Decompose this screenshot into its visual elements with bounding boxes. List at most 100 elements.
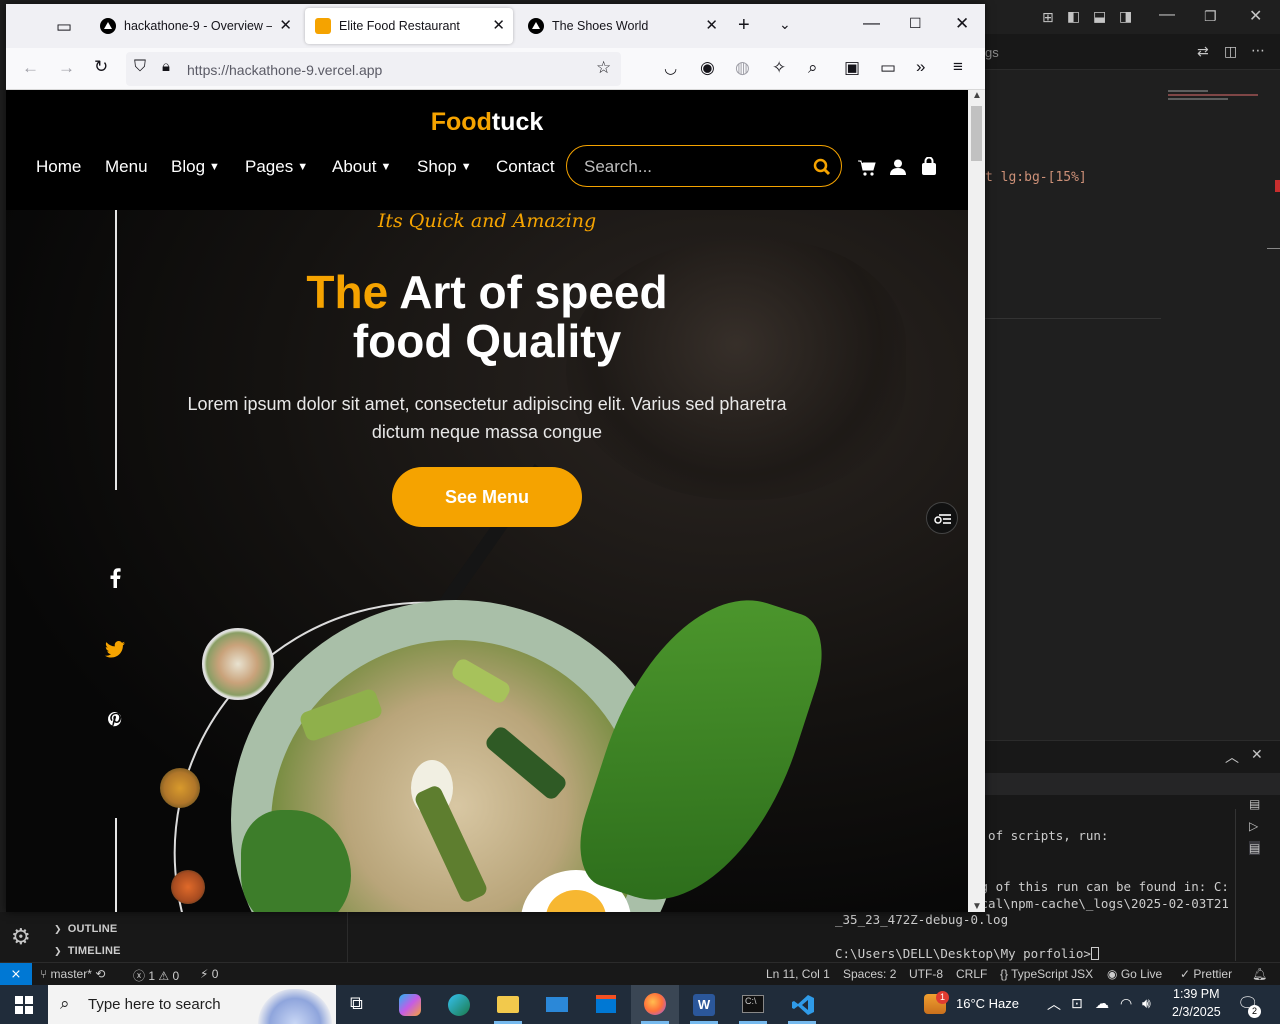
vscode-taskbar-icon[interactable] xyxy=(778,985,826,1024)
editor-tab-label[interactable]: gs xyxy=(985,45,999,60)
task-view-button[interactable]: ⧉ xyxy=(336,985,384,1024)
terminal-list-icon[interactable]: ▤ xyxy=(1249,797,1260,811)
translate-globe-icon[interactable]: ◍ xyxy=(735,58,750,78)
shield-icon[interactable]: ⛉ xyxy=(134,58,146,76)
source-control-compare-icon[interactable]: ⇄ xyxy=(1197,43,1209,60)
search-icon[interactable]: ⌕ xyxy=(808,58,818,78)
settings-gear-icon[interactable]: ⚙ xyxy=(11,924,31,950)
see-menu-button[interactable]: See Menu xyxy=(392,467,582,527)
code-editor[interactable]: t lg:bg-[15%] xyxy=(985,70,1280,740)
firefox-taskbar-icon[interactable] xyxy=(631,985,679,1024)
encoding-status[interactable]: UTF-8 xyxy=(909,967,943,981)
cmd-icon[interactable]: ▤ xyxy=(1249,841,1261,855)
minimap[interactable] xyxy=(1168,90,1268,108)
terminal-prompt[interactable]: C:\Users\DELL\Desktop\My porfolio> xyxy=(835,946,1099,961)
ports-status[interactable]: ⚡ 0 xyxy=(200,967,218,981)
close-tab-icon[interactable]: ✕ xyxy=(492,16,505,34)
clock-date[interactable]: 2/3/2025 xyxy=(1172,1005,1221,1019)
search-icon[interactable] xyxy=(813,158,831,176)
cart-icon[interactable] xyxy=(858,160,876,176)
restore-icon[interactable]: ❐ xyxy=(1204,8,1217,25)
pinterest-icon[interactable] xyxy=(104,710,126,732)
weather-text[interactable]: 16°C Haze xyxy=(956,996,1019,1011)
toggle-secondary-sidebar-icon[interactable]: ◨ xyxy=(1119,8,1132,25)
downloads-folder-icon[interactable]: ▣ xyxy=(844,58,860,78)
cloud-offline-icon[interactable]: ☁ xyxy=(1095,995,1109,1012)
windows-start-icon[interactable] xyxy=(15,996,33,1014)
eol-status[interactable]: CRLF xyxy=(956,967,987,981)
mail-icon[interactable] xyxy=(533,985,581,1024)
nav-shop[interactable]: Shop ▼ xyxy=(417,157,472,177)
hamburger-menu-icon[interactable]: ≡ xyxy=(953,57,963,77)
close-icon[interactable]: ✕ xyxy=(1249,6,1262,26)
split-editor-icon[interactable]: ◫ xyxy=(1224,43,1237,60)
customize-layout-icon[interactable]: ⊞ xyxy=(1042,9,1054,26)
file-explorer-icon[interactable] xyxy=(484,985,532,1024)
taskbar-search-box[interactable]: ⌕ Type here to search xyxy=(48,985,336,1024)
show-hidden-icons-chevron-icon[interactable]: ︿ xyxy=(1047,994,1061,1014)
firefox-view-icon[interactable]: ▭ xyxy=(56,17,72,37)
new-tab-icon[interactable]: + xyxy=(738,14,750,37)
nav-about[interactable]: About ▼ xyxy=(332,157,391,177)
close-window-icon[interactable]: ✕ xyxy=(955,14,969,34)
nav-contact[interactable]: Contact xyxy=(496,157,555,177)
scroll-down-arrow-icon[interactable]: ▼ xyxy=(972,901,982,912)
terminal-icon[interactable]: C:\ xyxy=(729,985,777,1024)
url-bar[interactable]: ⛉ 🔒︎ https://hackathone-9.vercel.app ☆ xyxy=(126,52,621,86)
clock-time[interactable]: 1:39 PM xyxy=(1173,987,1220,1001)
branch-status[interactable]: ⑂ master* ⟲ xyxy=(40,967,105,981)
user-icon[interactable] xyxy=(890,159,906,175)
lock-icon[interactable]: 🔒︎ xyxy=(162,58,170,75)
pocket-icon[interactable]: ◡ xyxy=(664,59,677,77)
toggle-sidebar-icon[interactable]: ◧ xyxy=(1067,8,1080,25)
facebook-icon[interactable] xyxy=(104,566,126,588)
maximize-panel-icon[interactable]: ︿ xyxy=(1225,747,1239,767)
site-search-input[interactable]: Search... xyxy=(566,145,842,187)
store-icon[interactable] xyxy=(582,985,630,1024)
golive-status[interactable]: ◉ Go Live xyxy=(1107,967,1162,981)
overflow-chevrons-icon[interactable]: » xyxy=(916,57,925,77)
tab-elite-food-restaurant[interactable]: Elite Food Restaurant ✕ xyxy=(305,8,513,44)
timeline-section[interactable]: ❯ TIMELINE xyxy=(54,945,121,957)
nav-pages[interactable]: Pages ▼ xyxy=(245,157,308,177)
small-dish-thumbnail[interactable] xyxy=(160,768,200,808)
notifications-bell-icon[interactable]: 🔔︎ xyxy=(1252,967,1267,981)
twitter-icon[interactable] xyxy=(104,638,126,660)
nav-menu[interactable]: Menu xyxy=(105,157,148,177)
back-arrow-icon[interactable]: ← xyxy=(22,58,39,78)
wifi-icon[interactable]: ◠ xyxy=(1120,995,1132,1012)
close-tab-icon[interactable]: ✕ xyxy=(279,16,292,34)
copilot-icon[interactable] xyxy=(386,985,434,1024)
maximize-icon[interactable]: ☐ xyxy=(909,15,922,32)
extensions-puzzle-icon[interactable]: ✧ xyxy=(772,58,786,78)
powershell-icon[interactable]: ▷ xyxy=(1249,819,1258,833)
edge-icon[interactable] xyxy=(435,985,483,1024)
toggle-panel-icon[interactable]: ⬓ xyxy=(1093,8,1106,25)
cursor-position[interactable]: Ln 11, Col 1 xyxy=(766,967,830,981)
filter-menu-button[interactable] xyxy=(926,502,958,534)
indentation-status[interactable]: Spaces: 2 xyxy=(843,967,896,981)
nav-blog[interactable]: Blog ▼ xyxy=(171,157,220,177)
small-dish-thumbnail[interactable] xyxy=(171,870,205,904)
shopping-bag-icon[interactable] xyxy=(921,157,937,175)
scroll-thumb[interactable] xyxy=(971,106,982,161)
volume-icon[interactable]: 🔊︎ xyxy=(1142,995,1151,1012)
nav-home[interactable]: Home xyxy=(36,157,81,177)
outline-section[interactable]: ❯ OUTLINE xyxy=(54,923,117,935)
forward-arrow-icon[interactable]: → xyxy=(58,58,75,78)
minimize-icon[interactable]: — xyxy=(863,13,880,33)
small-dish-thumbnail[interactable] xyxy=(202,628,274,700)
tab-hackathone-overview[interactable]: hackathone-9 - Overview – Ve ✕ xyxy=(90,8,300,44)
site-logo[interactable]: Foodtuck xyxy=(6,108,968,137)
account-icon[interactable]: ◉ xyxy=(700,58,715,78)
reload-icon[interactable]: ↻ xyxy=(94,57,108,77)
meet-now-icon[interactable]: ⊡ xyxy=(1071,995,1083,1012)
close-panel-icon[interactable]: ✕ xyxy=(1251,746,1263,763)
bookmark-star-icon[interactable]: ☆ xyxy=(596,58,611,78)
remote-indicator-icon[interactable]: ⨯ xyxy=(0,963,32,985)
list-tabs-chevron-icon[interactable]: ⌄ xyxy=(779,16,791,33)
more-actions-icon[interactable]: ⋯ xyxy=(1251,42,1265,59)
scroll-up-arrow-icon[interactable]: ▲ xyxy=(972,90,982,101)
sidebar-toggle-icon[interactable]: ▭ xyxy=(880,58,896,78)
minimize-icon[interactable]: — xyxy=(1159,6,1175,24)
